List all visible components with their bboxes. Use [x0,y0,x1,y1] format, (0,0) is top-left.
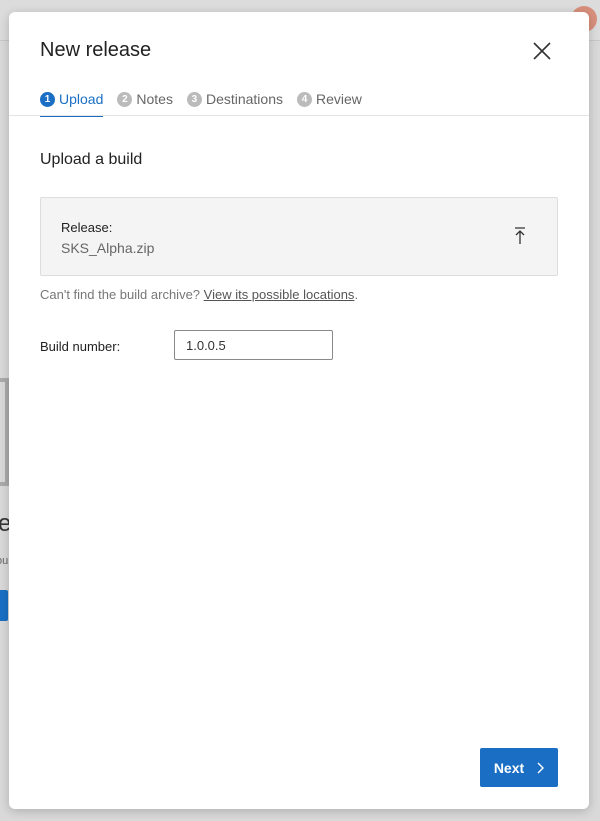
dialog-title: New release [40,39,152,61]
view-locations-link[interactable]: View its possible locations [204,287,355,302]
step-tabs: 1 Upload 2 Notes 3 Destinations 4 Review [40,82,362,117]
upload-icon[interactable] [513,226,527,246]
hint-prefix: Can't find the build archive? [40,287,204,302]
tab-destinations[interactable]: 3 Destinations [186,82,283,116]
release-label: Release: [61,220,113,235]
chevron-right-icon [537,762,545,773]
build-number-input[interactable] [174,330,333,360]
next-button[interactable]: Next [480,748,558,787]
tab-label: Notes [136,91,173,107]
tab-label: Upload [59,91,104,107]
next-label: Next [493,759,525,776]
divider [9,115,589,116]
release-filename: SKS_Alpha.zip [61,240,155,256]
tab-review[interactable]: 4 Review [297,82,362,116]
background-button [0,590,8,621]
background-text: ou [0,555,9,567]
section-title: Upload a build [40,151,143,168]
step-number: 1 [40,91,55,107]
step-number: 3 [186,91,202,107]
step-number: 4 [297,91,312,107]
upload-dropzone[interactable]: Release: SKS_Alpha.zip [40,197,558,276]
new-release-dialog: New release 1 Upload 2 Notes 3 Destinations… [9,12,589,809]
hint-suffix: . [354,287,359,302]
close-icon[interactable] [531,40,553,62]
tab-label: Review [316,91,362,107]
hint-text: Can't find the build archive? View its p… [40,287,358,302]
step-number: 2 [117,91,133,107]
tab-label: Destinations [205,91,283,107]
tab-notes[interactable]: 2 Notes [117,82,173,116]
build-number-label: Build number: [40,339,121,354]
tab-upload[interactable]: 1 Upload [40,82,104,117]
background-card [0,378,9,486]
